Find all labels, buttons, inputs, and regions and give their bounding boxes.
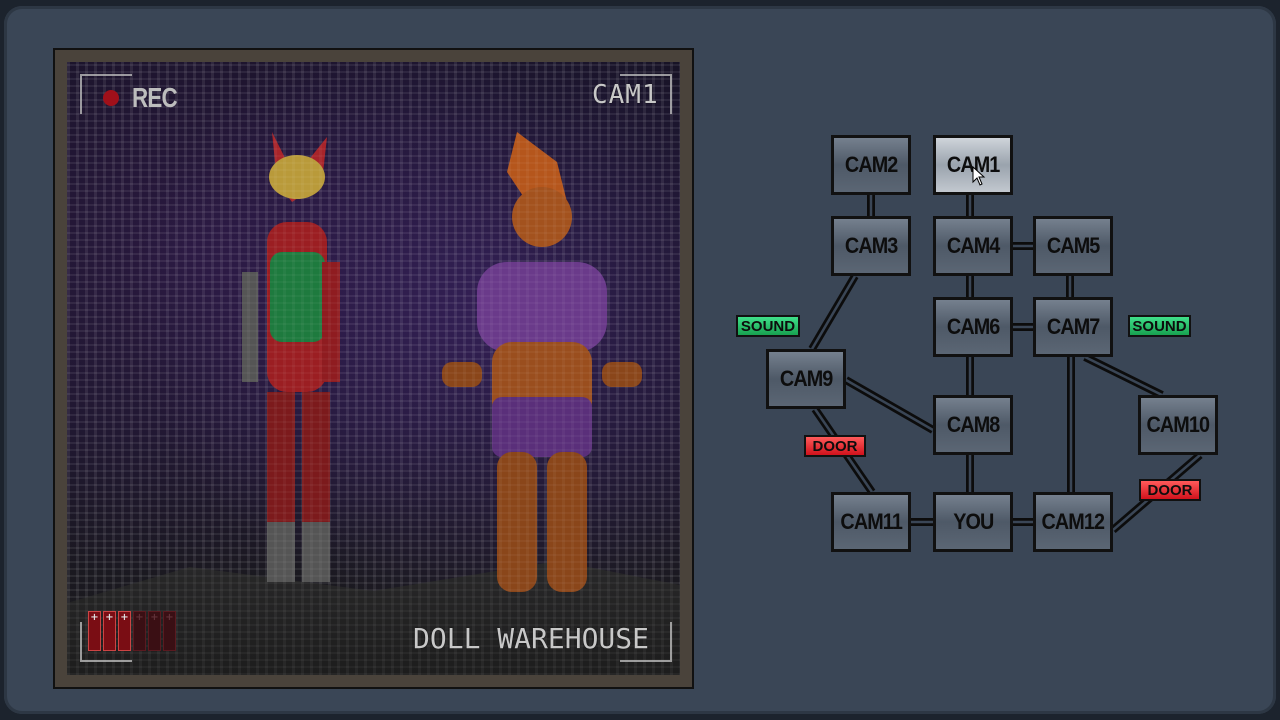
door-button-left[interactable]: DOOR [804,435,866,457]
camera-label: CAM1 [592,80,659,110]
battery-cell-empty: + [148,611,161,651]
rec-label: REC [132,82,178,113]
cam2-button[interactable]: CAM2 [831,135,911,195]
cam11-button[interactable]: CAM11 [831,492,911,552]
battery-cell-empty: + [163,611,176,651]
cam3-button[interactable]: CAM3 [831,216,911,276]
cam7-button[interactable]: CAM7 [1033,297,1113,357]
cam8-label: CAM8 [946,412,1000,437]
you-location: YOU [933,492,1013,552]
cam11-label: CAM11 [840,509,902,534]
cam7-label: CAM7 [1046,314,1100,339]
cam6-button[interactable]: CAM6 [933,297,1013,357]
cam4-button[interactable]: CAM4 [933,216,1013,276]
mouse-cursor-icon [972,166,986,186]
battery-cell-charged: + [88,611,101,651]
cam4-label: CAM4 [946,233,1000,258]
record-indicator-icon [103,90,119,106]
cam6-label: CAM6 [946,314,1000,339]
cam5-label: CAM5 [1046,233,1100,258]
you-label: YOU [952,509,994,534]
battery-cell-empty: + [133,611,146,651]
sound-button-right[interactable]: SOUND [1128,315,1191,337]
cam3-label: CAM3 [844,233,898,258]
cam8-button[interactable]: CAM8 [933,395,1013,455]
cam10-label: CAM10 [1146,412,1211,437]
door-button-right[interactable]: DOOR [1139,479,1201,501]
cam9-button[interactable]: CAM9 [766,349,846,409]
cam1-button[interactable]: CAM1 [933,135,1013,195]
cam9-label: CAM9 [779,366,833,391]
static-noise-overlay [67,62,680,675]
cam5-button[interactable]: CAM5 [1033,216,1113,276]
camera-monitor [53,48,694,689]
cam10-button[interactable]: CAM10 [1138,395,1218,455]
battery-indicator: + + + + + + [88,611,176,651]
battery-cell-charged: + [118,611,131,651]
camera-feed [67,62,680,675]
cam12-label: CAM12 [1041,509,1106,534]
cam12-button[interactable]: CAM12 [1033,492,1113,552]
cam2-label: CAM2 [844,152,898,177]
location-label: DOLL WAREHOUSE [413,622,650,655]
battery-cell-charged: + [103,611,116,651]
sound-button-left[interactable]: SOUND [736,315,800,337]
